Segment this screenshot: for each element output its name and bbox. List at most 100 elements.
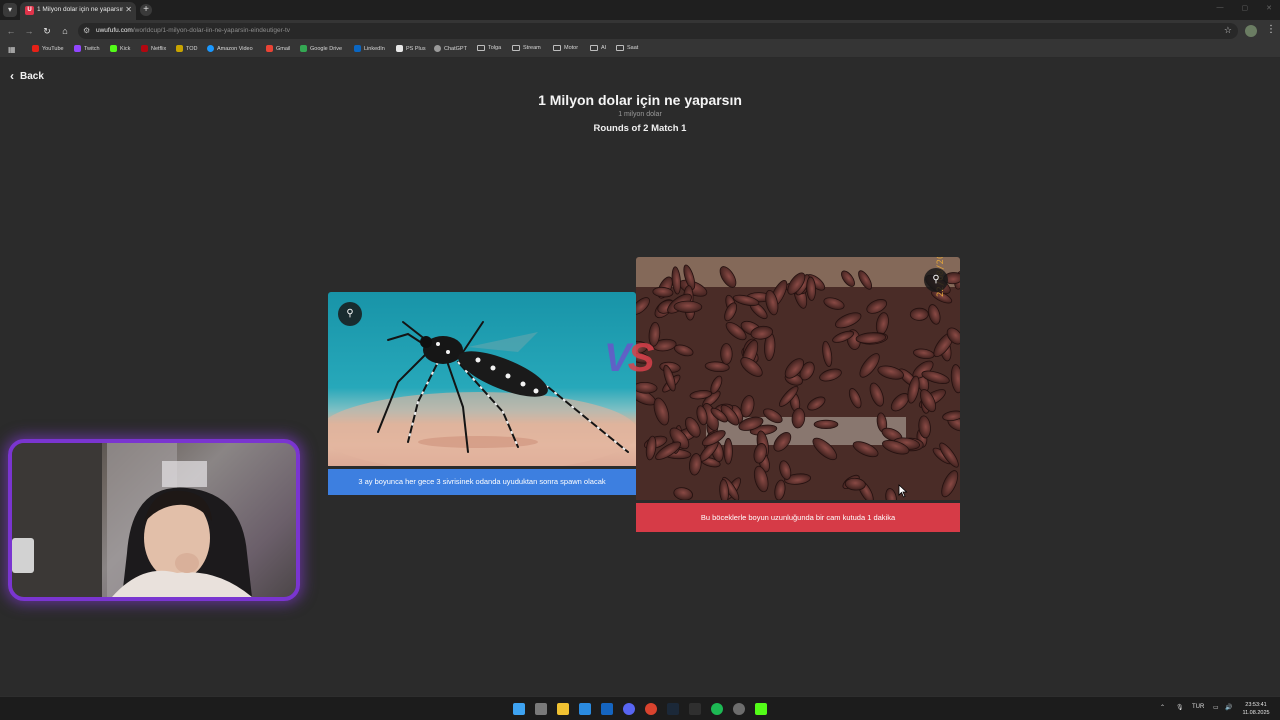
zoom-in-icon[interactable]: ⚲	[338, 302, 362, 326]
windows-start-icon[interactable]	[513, 703, 525, 715]
bookmark-label: YouTube	[42, 45, 64, 52]
bookmark-google-drive[interactable]: Google Drive	[300, 45, 342, 52]
kick-app-icon[interactable]	[755, 703, 767, 715]
vs-s-letter: S	[627, 336, 655, 380]
bookmark-tod[interactable]: TOD	[176, 45, 198, 52]
tab-active[interactable]: U 1 Milyon dolar için ne yaparsın ✕	[20, 2, 136, 20]
bookmark-twitch[interactable]: Twitch	[74, 45, 100, 52]
google-drive-icon	[300, 45, 307, 52]
option-left-caption[interactable]: 3 ay boyunca her gece 3 sivrisinek odand…	[328, 469, 636, 495]
bookmark-youtube[interactable]: YouTube	[32, 45, 64, 52]
system-clock[interactable]: 23:53:41 11.08.2025	[1238, 701, 1274, 717]
bookmark-label: TOD	[186, 45, 198, 52]
steam-icon[interactable]	[667, 703, 679, 715]
bookmark-label: PS Plus	[406, 45, 426, 52]
apps-grid-icon[interactable]: ▦	[8, 45, 16, 54]
chatgpt-icon	[434, 45, 441, 52]
outlook-icon[interactable]	[601, 703, 613, 715]
url-host: uwufufu.com	[96, 27, 133, 34]
close-window-icon[interactable]: ✕	[1266, 4, 1272, 12]
tab-title: 1 Milyon dolar için ne yaparsın	[37, 6, 123, 13]
tod-icon	[176, 45, 183, 52]
option-card-right[interactable]: 22/08/2011 22 ⚲ Bu böceklerle boyun uzun…	[636, 257, 960, 533]
bookmark-label: Twitch	[84, 45, 100, 52]
bookmark-gmail[interactable]: Gmail	[266, 45, 290, 52]
mouse-cursor-icon	[898, 484, 908, 498]
back-button[interactable]: ‹ Back	[10, 69, 44, 83]
task-view-icon[interactable]	[535, 703, 547, 715]
cockroaches-image[interactable]: 22/08/2011 22 ⚲	[636, 257, 960, 500]
cockroach-shape	[813, 419, 839, 429]
folder-icon	[590, 45, 598, 51]
bookmark-netflix[interactable]: Netflix	[141, 45, 166, 52]
windows-taskbar: ⌃ 🎙 TUR ▭ 🔊 23:53:41 11.08.2025	[0, 696, 1280, 720]
browser-menu-icon[interactable]: ⋮	[1266, 24, 1276, 35]
folder-icon	[477, 45, 485, 51]
network-icon[interactable]: ▭	[1213, 704, 1219, 711]
volume-icon[interactable]: 🔊	[1225, 704, 1232, 711]
tray-overflow-icon[interactable]: ⌃	[1160, 704, 1165, 711]
twitch-icon	[74, 45, 81, 52]
page-title: 1 Milyon dolar için ne yaparsın	[538, 92, 742, 108]
site-info-icon[interactable]: ⚙	[83, 26, 90, 35]
discord-icon[interactable]	[623, 703, 635, 715]
url-text: uwufufu.com/worldcup/1-milyon-dolar-iin-…	[96, 27, 290, 34]
folder-icon	[616, 45, 624, 51]
mosquito-illustration	[328, 321, 636, 466]
tab-close-icon[interactable]: ✕	[125, 5, 132, 15]
bookmark-folder-stream[interactable]: Stream	[512, 45, 541, 51]
bookmark-folder-motor[interactable]: Motor	[553, 45, 578, 51]
zoom-in-icon[interactable]: ⚲	[924, 268, 948, 292]
bookmark-folder-ai[interactable]: AI	[590, 45, 606, 51]
playstation-icon	[396, 45, 403, 52]
profile-avatar[interactable]	[1245, 25, 1257, 37]
obs-icon[interactable]	[733, 703, 745, 715]
bookmark-star-icon[interactable]: ☆	[1224, 25, 1232, 36]
minimize-icon[interactable]: —	[1217, 4, 1224, 12]
tab-strip: ▾ U 1 Milyon dolar için ne yaparsın ✕ + …	[0, 0, 1280, 20]
bookmark-label: Motor	[564, 45, 579, 51]
forward-arrow-icon[interactable]: →	[23, 25, 35, 37]
mail-icon[interactable]	[579, 703, 591, 715]
streamer-webcam-feed	[12, 443, 252, 597]
back-label: Back	[20, 70, 44, 82]
bookmark-label: Gmail	[276, 45, 291, 52]
option-card-left[interactable]: ⚲ 3 ay boyunca her gece 3 sivrisinek oda…	[328, 292, 636, 496]
mosquito-image[interactable]: ⚲	[328, 292, 636, 466]
option-right-caption[interactable]: Bu böceklerle boyun uzunluğunda bir cam …	[636, 503, 960, 532]
cockroach-shape	[720, 343, 733, 365]
keyboard-language[interactable]: TUR	[1192, 704, 1204, 710]
microphone-icon[interactable]: 🎙	[1176, 704, 1184, 711]
bookmark-ps-plus[interactable]: PS Plus	[396, 45, 426, 52]
youtube-icon	[32, 45, 39, 52]
bookmark-label: Google Drive	[310, 45, 343, 52]
cockroach-shape	[723, 437, 733, 465]
bookmark-amazon-video[interactable]: Amazon Video	[207, 45, 253, 52]
address-bar[interactable]: ⚙ uwufufu.com/worldcup/1-milyon-dolar-ii…	[78, 23, 1238, 39]
home-icon[interactable]: ⌂	[59, 25, 71, 37]
file-explorer-icon[interactable]	[557, 703, 569, 715]
reload-icon[interactable]: ↻	[41, 25, 53, 37]
chrome-icon[interactable]	[645, 703, 657, 715]
bookmark-kick[interactable]: Kick	[110, 45, 130, 52]
folder-icon	[512, 45, 520, 51]
bookmark-label: Netflix	[151, 45, 167, 52]
clock-date: 11.08.2025	[1242, 710, 1270, 716]
cockroaches-illustration	[636, 257, 960, 500]
bookmark-label: Saat	[627, 45, 639, 51]
cockroach-shape	[909, 307, 929, 321]
bookmark-label: Amazon Video	[217, 45, 253, 52]
prime-video-icon	[207, 45, 214, 52]
back-arrow-icon[interactable]: ←	[5, 25, 17, 37]
new-tab-button[interactable]: +	[140, 4, 152, 16]
round-indicator: Rounds of 2 Match 1	[593, 123, 687, 134]
maximize-icon[interactable]: ▢	[1242, 4, 1249, 12]
bookmark-label: Tolga	[488, 45, 502, 51]
spotify-icon[interactable]	[711, 703, 723, 715]
tab-search-button[interactable]: ▾	[3, 3, 17, 17]
bookmark-folder-saat[interactable]: Saat	[616, 45, 638, 51]
epic-games-icon[interactable]	[689, 703, 701, 715]
bookmark-linkedin[interactable]: LinkedIn	[354, 45, 385, 52]
bookmark-folder-tolga[interactable]: Tolga	[477, 45, 501, 51]
bookmark-chatgpt[interactable]: ChatGPT	[434, 45, 467, 52]
